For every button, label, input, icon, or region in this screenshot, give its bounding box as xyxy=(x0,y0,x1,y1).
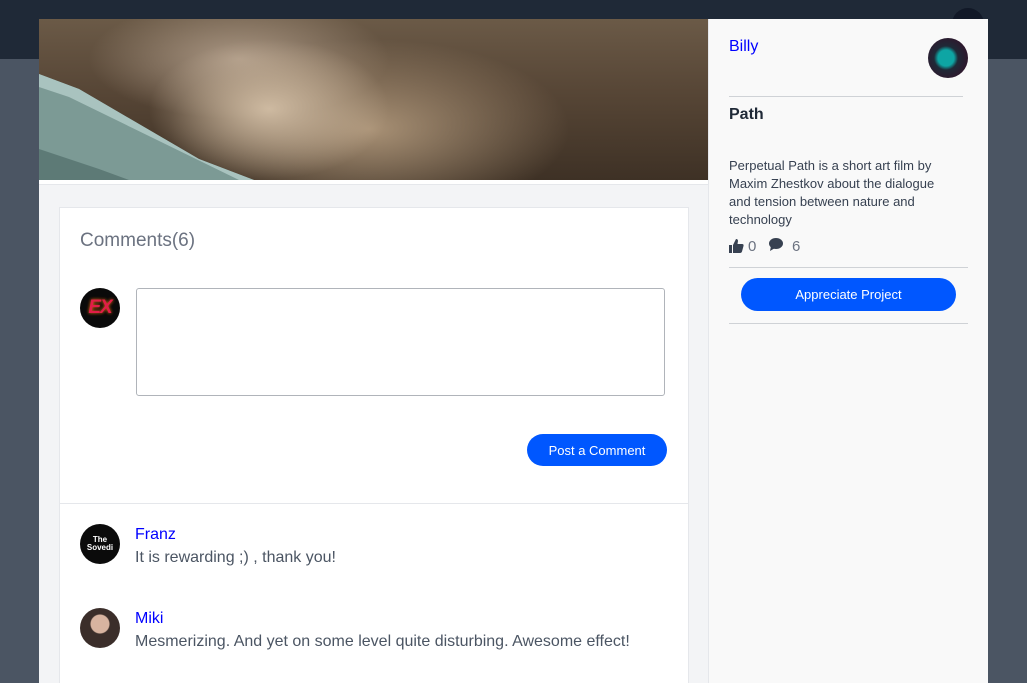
current-user-avatar: EX xyxy=(80,288,120,328)
comment-author-link[interactable]: Franz xyxy=(135,526,176,544)
airplane-wing-graphic xyxy=(39,74,254,180)
project-modal: Comments(6) EX Post a Comment The Sovedi… xyxy=(39,19,988,683)
current-user-avatar-logo: EX xyxy=(88,297,112,318)
comments-count: 6 xyxy=(792,238,801,255)
sidebar-separator xyxy=(729,267,968,268)
thumbs-up-icon xyxy=(729,239,744,253)
comments-section: Comments(6) EX Post a Comment The Sovedi… xyxy=(59,207,689,683)
commenter-avatar-logo: The Sovedi xyxy=(86,535,114,552)
comments-divider xyxy=(60,503,688,504)
owner-name-link[interactable]: Billy xyxy=(729,38,758,56)
comment-author-link[interactable]: Miki xyxy=(135,610,163,628)
project-title: Path xyxy=(729,106,764,123)
comment-bubble-icon xyxy=(769,238,783,251)
comment-text: Mesmerizing. And yet on some level quite… xyxy=(135,633,630,650)
post-comment-button[interactable]: Post a Comment xyxy=(527,434,667,466)
commenter-avatar[interactable] xyxy=(80,608,120,648)
project-info-sidebar: Billy Path Perpetual Path is a short art… xyxy=(708,19,988,683)
cover-divider xyxy=(39,180,708,185)
comment-text: It is rewarding ;) , thank you! xyxy=(135,549,336,566)
sidebar-separator xyxy=(729,323,968,324)
project-description: Perpetual Path is a short art film by Ma… xyxy=(729,158,935,227)
appreciations-count: 0 xyxy=(748,238,757,255)
commenter-avatar[interactable]: The Sovedi xyxy=(80,524,120,564)
appreciate-project-button[interactable]: Appreciate Project xyxy=(741,278,956,311)
comment-input[interactable] xyxy=(136,288,665,396)
comment-item: Miki Mesmerizing. And yet on some level … xyxy=(80,608,670,658)
comments-title: Comments(6) xyxy=(80,230,196,251)
sidebar-separator xyxy=(729,96,963,97)
comment-item: The Sovedi Franz It is rewarding ;) , th… xyxy=(80,524,670,574)
project-cover-image xyxy=(39,19,708,180)
owner-avatar[interactable] xyxy=(928,38,968,78)
